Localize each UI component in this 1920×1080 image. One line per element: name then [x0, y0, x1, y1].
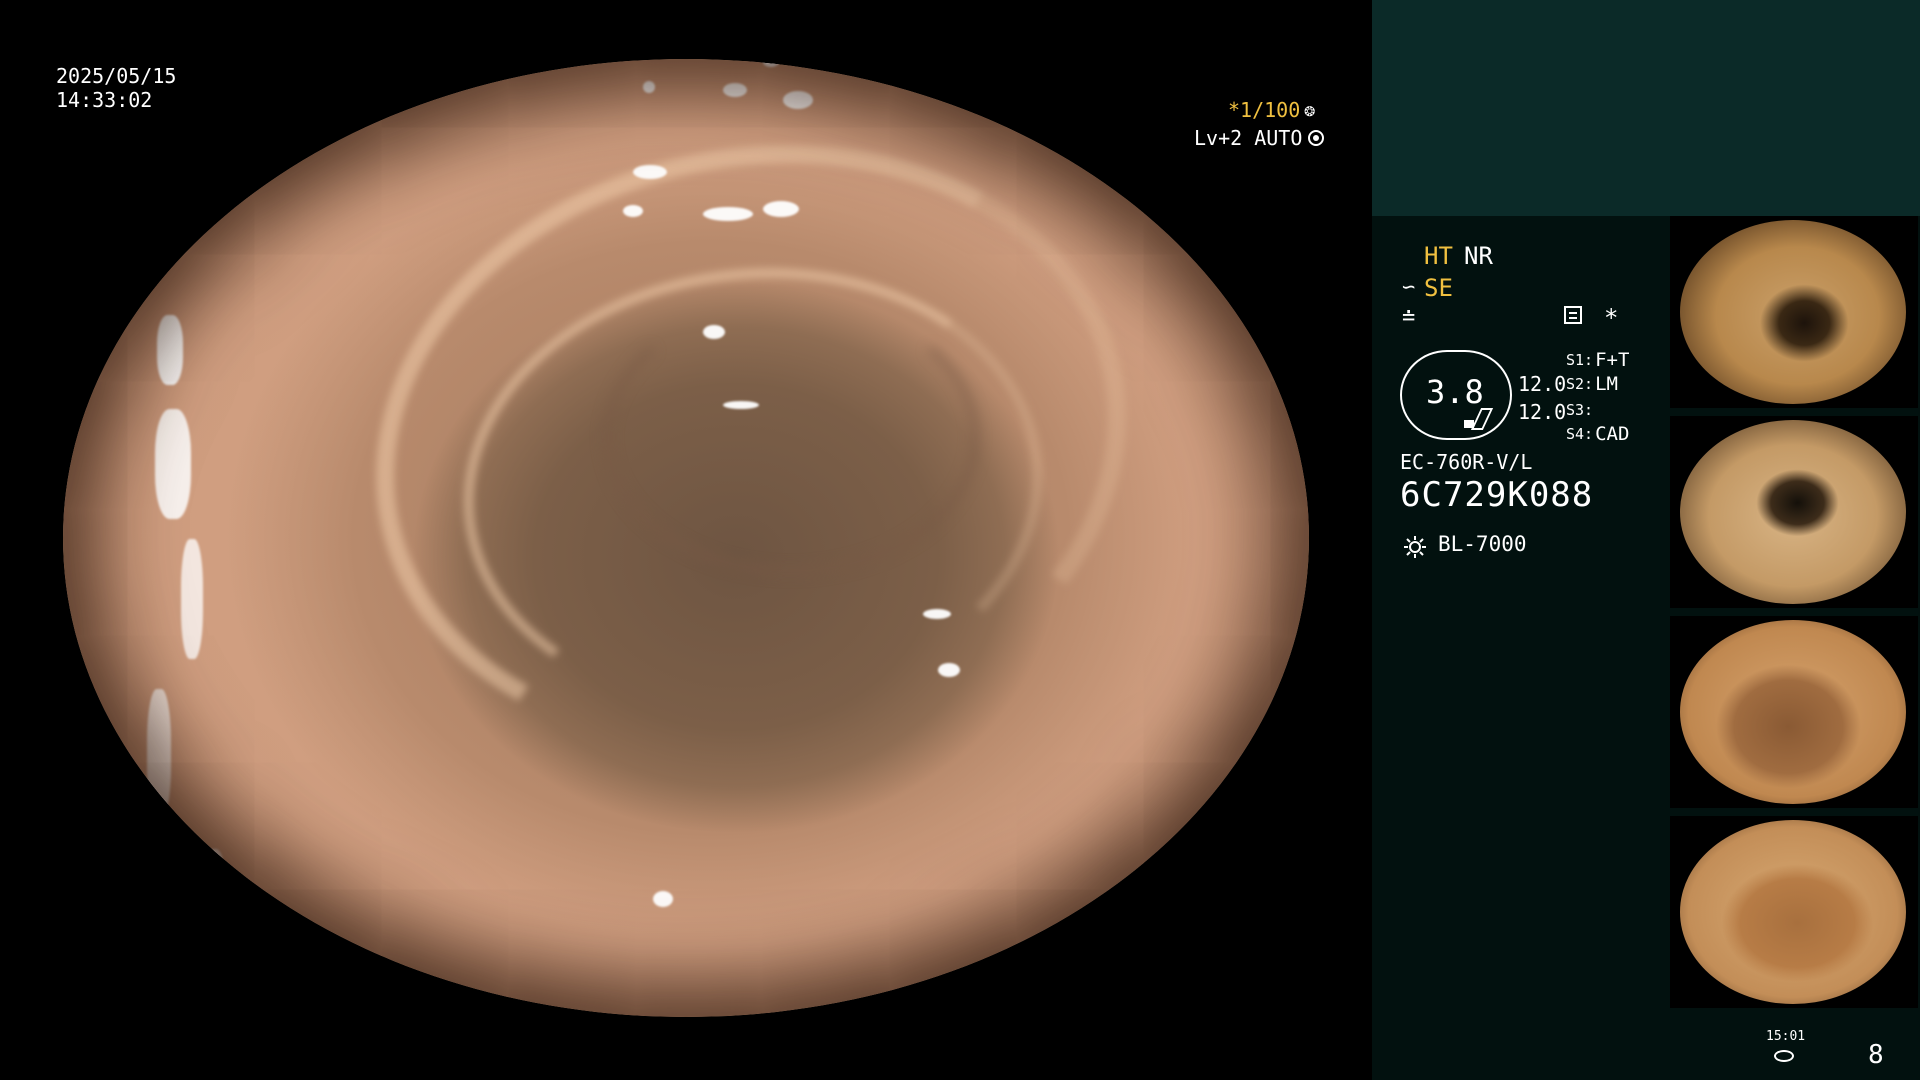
menu-icon [1564, 306, 1582, 324]
se-mode-label: SE [1424, 274, 1453, 302]
light-reflection [483, 1001, 511, 1015]
scope-model: EC-760R-V/L [1400, 450, 1533, 474]
thumbnail-image [1680, 620, 1906, 804]
switch-value: LM [1595, 373, 1618, 395]
switch-row-4: S4: CAD [1566, 422, 1629, 446]
switch-value: CAD [1595, 423, 1630, 445]
nr-mode-label: NR [1464, 242, 1493, 270]
iris-level: Lv+2 AUTO [1194, 126, 1303, 150]
freeze-icon: ≐ [1402, 305, 1416, 330]
iris-icon [1308, 130, 1325, 146]
exam-date: 2025/05/15 [56, 64, 177, 88]
main-value: 3.8 [1426, 373, 1484, 411]
switch-key: S2: [1566, 375, 1594, 393]
captured-image-thumbnail[interactable] [1670, 616, 1918, 808]
captured-image-thumbnail[interactable] [1670, 216, 1918, 408]
info-panel: HT NR ∽ SE ≐ * 3.8 12.0 12.0 S1: F+T S2:… [1372, 0, 1920, 1080]
image-vignette [63, 59, 1309, 1017]
sun-icon [1404, 536, 1426, 558]
structure-enhance-icon: ∽ [1402, 275, 1416, 300]
switch-row-2: S2: LM [1566, 372, 1618, 396]
gear-icon: ❂ [1304, 99, 1316, 121]
shutter-speed: *1/100 [1228, 98, 1301, 122]
exam-time: 14:33:02 [56, 88, 153, 112]
endoscopic-image [63, 59, 1309, 1017]
switch-row-3: S3: [1566, 398, 1595, 422]
star-icon: * [1604, 304, 1619, 332]
serial-number: 6C729K088 [1400, 475, 1594, 515]
switch-key: S3: [1566, 401, 1594, 419]
ht-mode-label: HT [1424, 242, 1453, 270]
thumbnail-image [1680, 220, 1906, 404]
thumbnail-image [1680, 420, 1906, 604]
endoscope-main-view: 2025/05/15 14:33:02 *1/100 ❂ Lv+2 AUTO [0, 0, 1372, 1080]
value-b: 12.0 [1518, 400, 1567, 424]
thumbnail-image [1680, 820, 1906, 1004]
panel-header [1372, 0, 1920, 216]
shutter-indicator: *1/100 ❂ [1228, 98, 1315, 122]
switch-key: S1: [1566, 351, 1594, 369]
captured-image-thumbnail[interactable] [1670, 816, 1918, 1008]
light-source-label: BL-7000 [1438, 532, 1527, 556]
iris-indicator: Lv+2 AUTO [1194, 126, 1325, 150]
switch-row-1: S1: F+T [1566, 348, 1629, 372]
recording-time: 15:01 [1766, 1029, 1806, 1044]
value-a: 12.0 [1518, 372, 1567, 396]
switch-key: S4: [1566, 425, 1594, 443]
image-count: 8 [1868, 1040, 1884, 1070]
disk-icon [1774, 1050, 1794, 1062]
captured-image-thumbnail[interactable] [1670, 416, 1918, 608]
switch-value: F+T [1595, 349, 1630, 371]
